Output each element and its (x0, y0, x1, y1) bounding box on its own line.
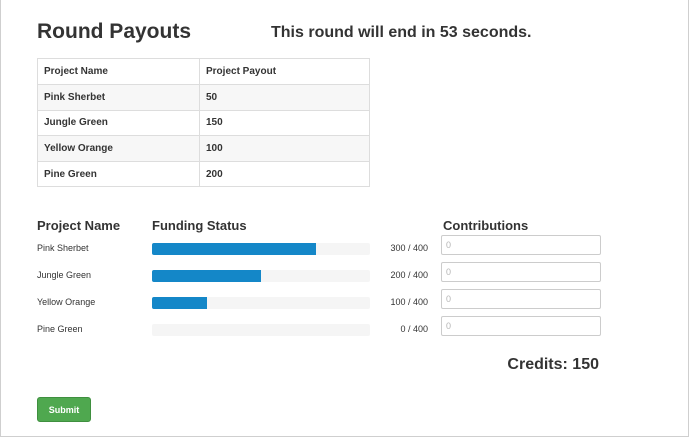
project-payout-cell: 50 (199, 84, 370, 111)
project-payout-cell: 100 (199, 135, 370, 162)
funding-progress-fill (152, 243, 316, 255)
funding-header-contributions: Contributions (443, 218, 529, 233)
funding-project-name: Pine Green (37, 324, 83, 334)
credits-label: Credits: 150 (507, 356, 599, 373)
project-name-cell: Yellow Orange (37, 135, 200, 162)
funding-project-name: Pink Sherbet (37, 243, 89, 253)
round-timer-text: This round will end in 53 seconds. (271, 24, 532, 41)
funding-progress-bar (152, 297, 370, 309)
contribution-input-pine-green[interactable] (441, 316, 601, 336)
contribution-input-yellow-orange[interactable] (441, 289, 601, 309)
funding-project-name: Yellow Orange (37, 297, 96, 307)
funding-row-pine-green: Pine Green 0 / 400 (0, 316, 689, 343)
column-header-project-payout: Project Payout (199, 58, 370, 85)
funding-row-yellow-orange: Yellow Orange 100 / 400 (0, 289, 689, 316)
project-payout-cell: 150 (199, 109, 370, 137)
funding-project-name: Jungle Green (37, 270, 92, 280)
submit-button[interactable]: Submit (37, 397, 91, 422)
funding-amount: 200 / 400 (390, 270, 428, 280)
column-header-project-name: Project Name (37, 58, 200, 85)
funding-progress-fill (152, 270, 261, 282)
funding-row-pink-sherbet: Pink Sherbet 300 / 400 (0, 235, 689, 262)
table-row: Yellow Orange 100 (37, 135, 370, 162)
funding-amount: 100 / 400 (390, 297, 428, 307)
funding-progress-bar (152, 243, 370, 255)
funding-header-project-name: Project Name (37, 218, 121, 233)
funding-header-status: Funding Status (152, 218, 247, 233)
table-row: Jungle Green 150 (37, 109, 370, 137)
funding-progress-bar (152, 270, 370, 282)
funding-progress-fill (152, 297, 207, 309)
contribution-input-jungle-green[interactable] (441, 262, 601, 282)
table-row: Pink Sherbet 50 (37, 84, 370, 111)
funding-amount: 300 / 400 (390, 243, 428, 253)
payout-table: Project Name Project Payout Pink Sherbet… (37, 58, 370, 188)
project-payout-cell: 200 (199, 160, 370, 188)
payout-table-header-row: Project Name Project Payout (37, 58, 370, 85)
funding-amount: 0 / 400 (400, 324, 428, 334)
project-name-cell: Pine Green (37, 160, 200, 188)
page-title: Round Payouts (37, 20, 192, 43)
project-name-cell: Jungle Green (37, 109, 200, 137)
funding-progress-bar (152, 324, 370, 336)
table-row: Pine Green 200 (37, 160, 370, 188)
contribution-input-pink-sherbet[interactable] (441, 235, 601, 255)
project-name-cell: Pink Sherbet (37, 84, 200, 111)
funding-row-jungle-green: Jungle Green 200 / 400 (0, 262, 689, 289)
